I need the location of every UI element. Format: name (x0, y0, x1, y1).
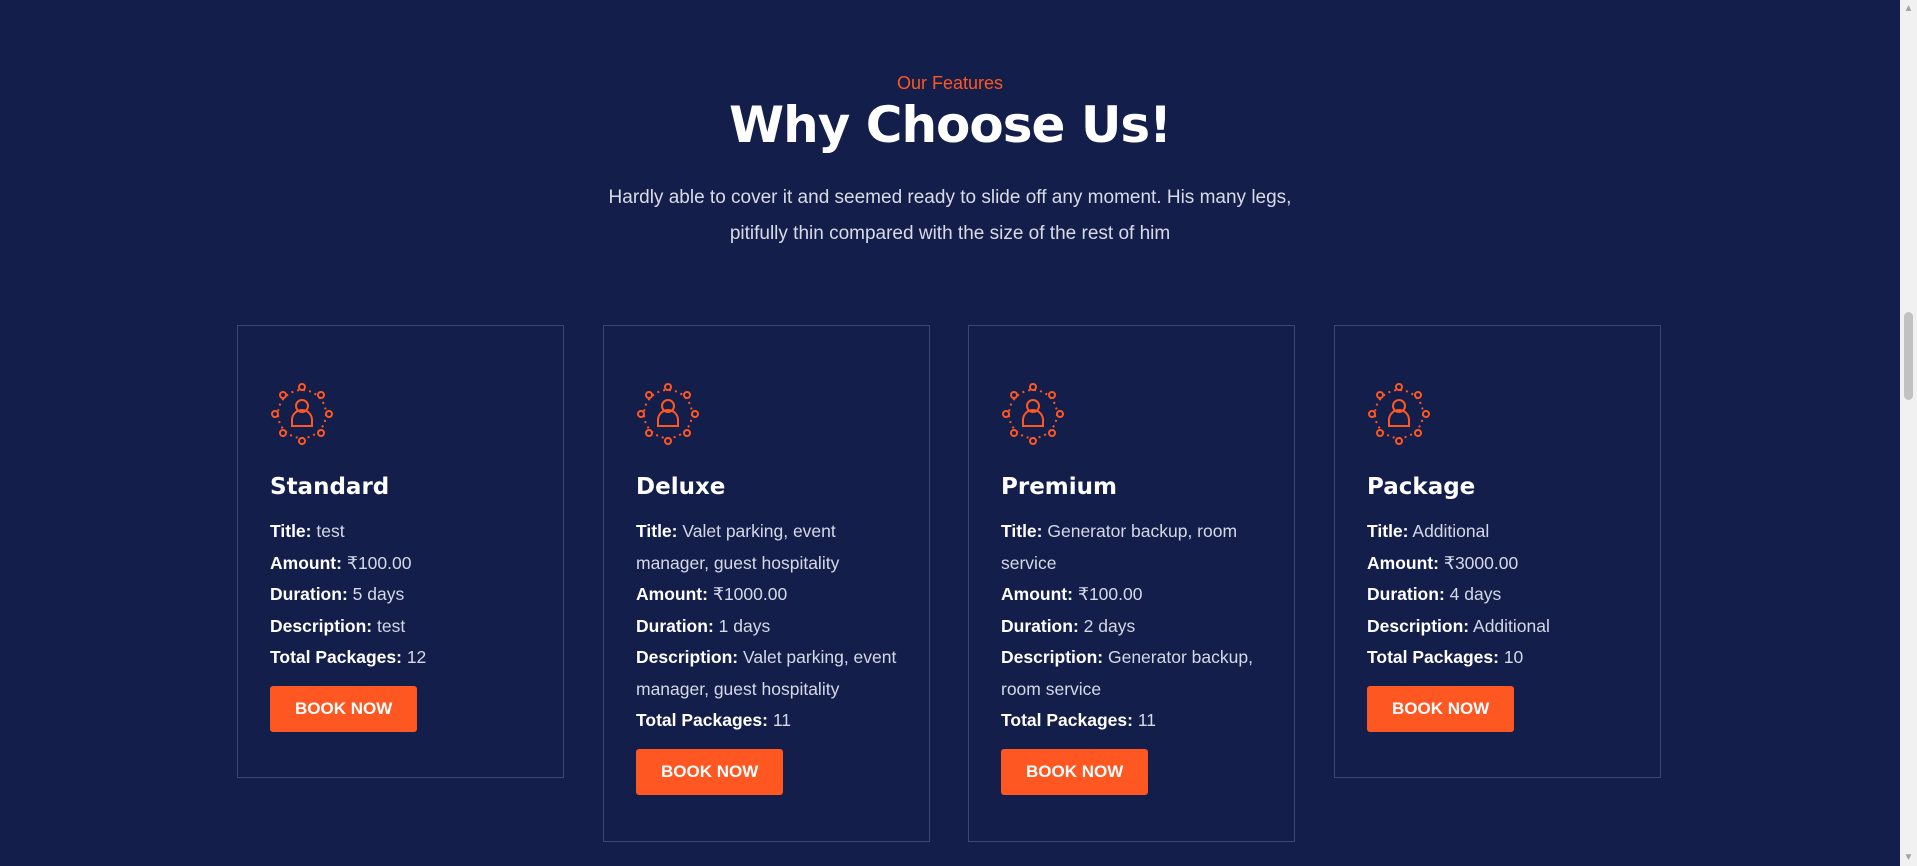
card-title-row: Title: Generator backup, room service (1001, 521, 1238, 573)
section-eyebrow: Our Features (896, 73, 1004, 93)
section-subtitle: Hardly able to cover it and seemed ready… (608, 187, 1292, 244)
card-amount-row: Amount: ₹3000.00 (1367, 552, 1519, 573)
network-user-icon (1367, 382, 1628, 446)
card-name: Package (1367, 474, 1476, 500)
book-now-button[interactable]: BOOK NOW (1367, 685, 1515, 732)
card-duration-row: Duration: 5 days (270, 584, 405, 604)
card-description-row: Description: Valet parking, event manage… (636, 647, 897, 699)
card-amount-row: Amount: ₹100.00 (1001, 584, 1143, 604)
card-details: Title: test Amount: ₹100.00 Duration: 5 … (270, 516, 531, 674)
network-user-icon (636, 382, 897, 446)
card-amount-row: Amount: ₹1000.00 (636, 584, 788, 604)
book-now-button[interactable]: BOOK NOW (270, 685, 418, 732)
card-name: Standard (270, 474, 390, 500)
book-now-button[interactable]: BOOK NOW (1001, 748, 1149, 795)
card-details: Title: Valet parking, event manager, gue… (636, 516, 897, 737)
network-user-icon (270, 382, 531, 446)
card-title-row: Title: test (270, 521, 345, 541)
card-details: Title: Additional Amount: ₹3000.00 Durat… (1367, 516, 1628, 674)
vertical-scrollbar[interactable]: ▲ ▼ (1900, 0, 1917, 866)
card-total-row: Total Packages: 11 (1001, 710, 1156, 730)
package-card-premium: Premium Title: Generator backup, room se… (968, 325, 1295, 842)
section-title: Why Choose Us! (729, 96, 1172, 154)
card-title-row: Title: Valet parking, event manager, gue… (636, 521, 840, 573)
book-now-button[interactable]: BOOK NOW (636, 748, 784, 795)
card-total-row: Total Packages: 10 (1367, 647, 1524, 667)
card-name: Deluxe (636, 474, 726, 500)
card-title-row: Title: Additional (1367, 521, 1490, 541)
arrow-down-icon[interactable]: ▼ (1900, 849, 1917, 866)
scrollbar-thumb[interactable] (1904, 312, 1913, 400)
card-name: Premium (1001, 474, 1117, 500)
card-total-row: Total Packages: 12 (270, 647, 427, 667)
card-description-row: Description: test (270, 615, 406, 636)
card-duration-row: Duration: 2 days (1001, 615, 1136, 636)
arrow-up-icon[interactable]: ▲ (1900, 0, 1917, 17)
card-details: Title: Generator backup, room service Am… (1001, 516, 1262, 737)
network-user-icon (1001, 382, 1262, 446)
page: Our Features Why Choose Us! Hardly able … (0, 0, 1917, 866)
card-description-row: Description: Generator backup, room serv… (1001, 647, 1253, 699)
package-card-deluxe: Deluxe Title: Valet parking, event manag… (603, 325, 930, 842)
package-card-package: Package Title: Additional Amount: ₹3000.… (1334, 325, 1661, 778)
card-duration-row: Duration: 1 days (636, 615, 771, 636)
package-card-standard: Standard Title: test Amount: ₹100.00 Dur… (237, 325, 564, 778)
card-description-row: Description: Additional (1367, 615, 1550, 636)
card-duration-row: Duration: 4 days (1367, 584, 1502, 604)
card-total-row: Total Packages: 11 (636, 710, 791, 730)
card-amount-row: Amount: ₹100.00 (270, 552, 412, 573)
